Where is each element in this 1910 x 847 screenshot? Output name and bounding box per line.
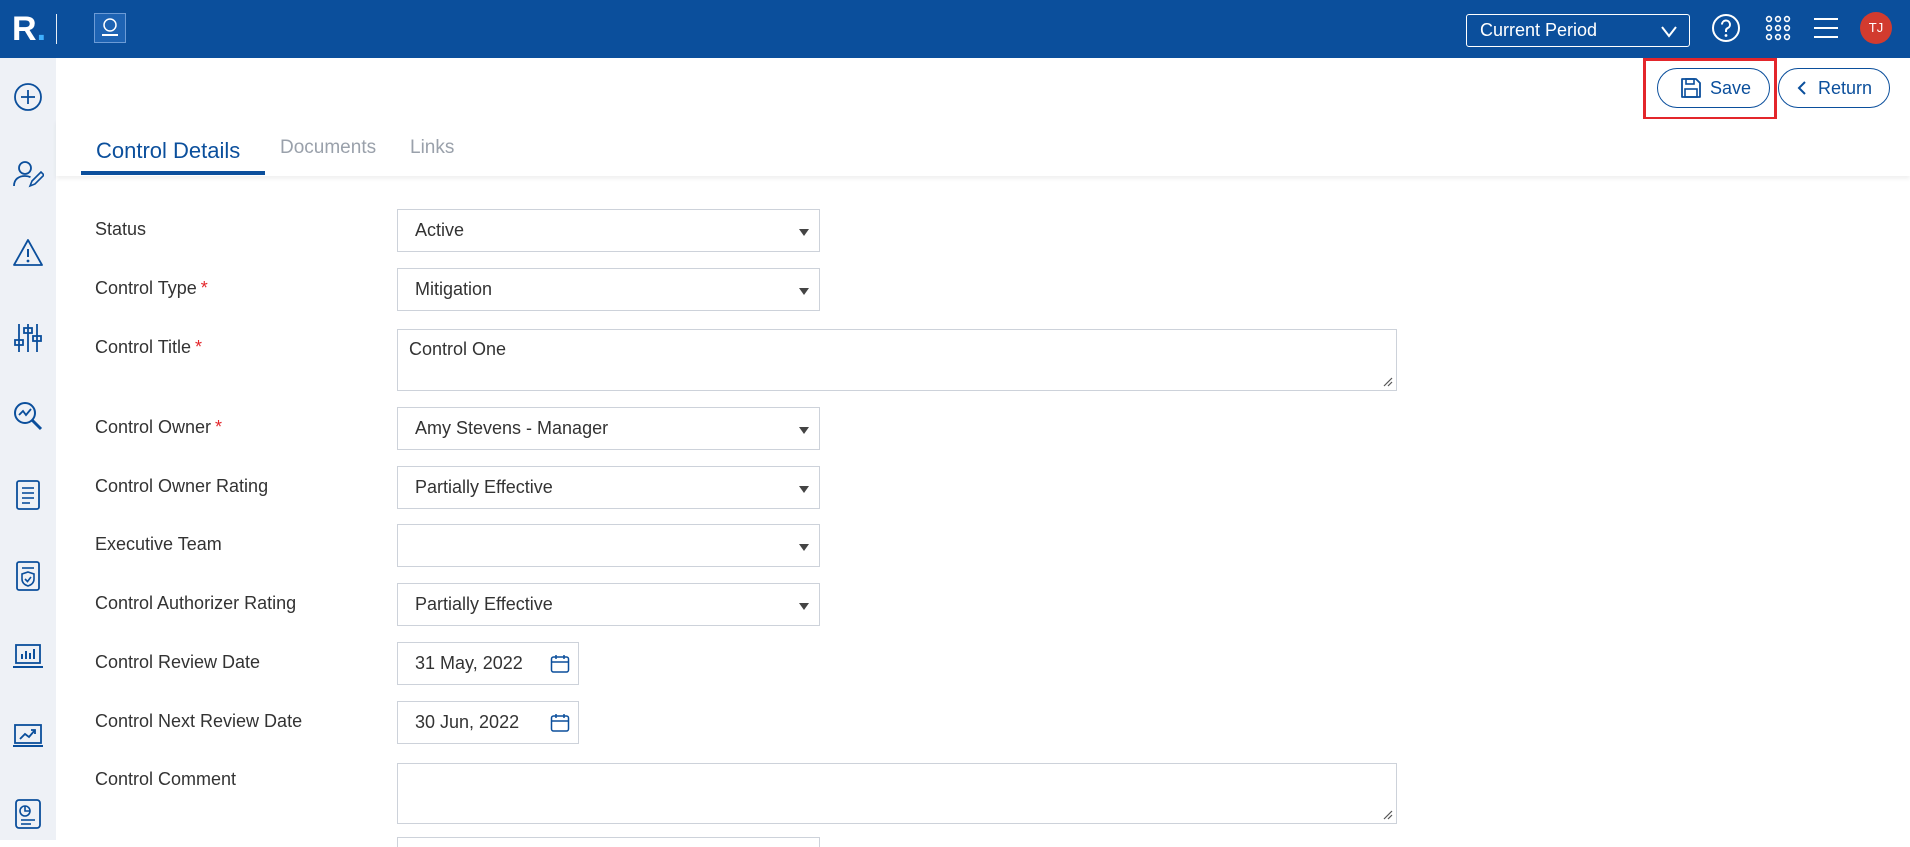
calendar-icon[interactable]	[550, 713, 570, 733]
control-next-review-date-label: Control Next Review Date	[95, 711, 303, 731]
action-bar: Save Return	[56, 58, 1910, 120]
caret-down-icon	[799, 288, 809, 295]
control-owner-rating-label: Control Owner Rating	[95, 476, 269, 496]
magnify-chart-icon[interactable]	[12, 400, 44, 432]
active-tab-indicator	[81, 171, 265, 175]
caret-down-icon	[799, 229, 809, 236]
next-field-partial[interactable]	[397, 837, 820, 847]
period-selector[interactable]: Current Period	[1466, 14, 1690, 47]
tab-bar: Control Details Documents Links	[56, 119, 1910, 176]
help-icon[interactable]	[1710, 12, 1742, 44]
laptop-chart-icon[interactable]	[12, 641, 44, 673]
required-marker: *	[200, 278, 208, 298]
sidebar	[0, 58, 56, 840]
caret-down-icon	[799, 603, 809, 610]
control-type-value: Mitigation	[415, 279, 493, 299]
apps-grid-icon[interactable]	[1762, 12, 1794, 44]
control-title-label: Control Title *	[95, 337, 203, 357]
caret-down-icon	[799, 486, 809, 493]
control-review-date-label: Control Review Date	[95, 652, 261, 672]
control-type-select[interactable]: Mitigation	[397, 268, 820, 311]
add-circle-icon[interactable]	[12, 81, 44, 113]
calendar-icon[interactable]	[550, 654, 570, 674]
control-comment-label: Control Comment	[95, 769, 237, 789]
control-owner-value: Amy Stevens - Manager	[415, 418, 609, 438]
control-authorizer-rating-value: Partially Effective	[415, 594, 553, 614]
user-edit-icon[interactable]	[12, 158, 44, 190]
trend-chart-icon[interactable]	[12, 719, 44, 751]
control-next-review-date-value: 30 Jun, 2022	[415, 712, 520, 732]
client-logo	[94, 13, 126, 43]
control-authorizer-rating-label: Control Authorizer Rating	[95, 593, 297, 613]
return-button-label: Return	[1818, 78, 1873, 98]
menu-icon[interactable]	[1810, 12, 1842, 44]
required-marker: *	[195, 337, 203, 357]
report-icon[interactable]	[12, 798, 44, 830]
tab-links[interactable]: Links	[410, 137, 454, 159]
return-button[interactable]: Return	[1778, 68, 1890, 108]
executive-team-label: Executive Team	[95, 534, 222, 554]
control-type-label: Control Type *	[95, 278, 208, 298]
control-owner-rating-value: Partially Effective	[415, 477, 553, 497]
control-next-review-date-picker[interactable]: 30 Jun, 2022	[397, 701, 579, 744]
chevron-left-icon	[1797, 81, 1806, 95]
control-owner-label: Control Owner *	[95, 417, 223, 437]
document-list-icon[interactable]	[12, 479, 44, 511]
shield-document-icon[interactable]	[12, 560, 44, 592]
top-navigation-bar: R. Current Period TJ	[0, 0, 1910, 58]
control-owner-select[interactable]: Amy Stevens - Manager	[397, 407, 820, 450]
control-review-date-value: 31 May, 2022	[415, 653, 523, 673]
resize-grip-icon[interactable]	[1383, 377, 1393, 387]
control-title-value: Control One	[409, 339, 507, 359]
brand-dot: .	[36, 10, 47, 48]
brand-logo[interactable]: R.	[12, 10, 46, 48]
control-title-textarea[interactable]: Control One	[397, 329, 1397, 391]
control-comment-textarea[interactable]	[397, 763, 1397, 824]
control-authorizer-rating-select[interactable]: Partially Effective	[397, 583, 820, 626]
sliders-icon[interactable]	[12, 322, 44, 354]
user-avatar[interactable]: TJ	[1860, 12, 1892, 44]
status-select[interactable]: Active	[397, 209, 820, 252]
control-owner-rating-select[interactable]: Partially Effective	[397, 466, 820, 509]
resize-grip-icon[interactable]	[1383, 810, 1393, 820]
save-button-highlight	[1643, 58, 1777, 120]
caret-down-icon	[799, 544, 809, 551]
brand-letter: R	[12, 10, 37, 48]
warning-icon[interactable]	[12, 237, 44, 269]
tab-documents[interactable]: Documents	[280, 137, 376, 159]
chevron-down-icon	[1661, 26, 1677, 38]
status-label: Status	[95, 219, 147, 239]
control-review-date-picker[interactable]: 31 May, 2022	[397, 642, 579, 685]
status-value: Active	[415, 220, 465, 240]
brand-separator	[56, 14, 57, 44]
executive-team-select[interactable]	[397, 524, 820, 567]
tab-control-details[interactable]: Control Details	[96, 138, 240, 164]
caret-down-icon	[799, 427, 809, 434]
period-selector-value: Current Period	[1480, 20, 1598, 40]
required-marker: *	[215, 417, 223, 437]
